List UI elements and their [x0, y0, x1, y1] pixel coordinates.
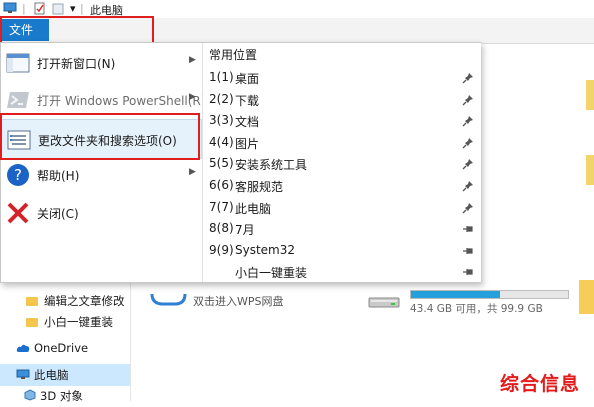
watermark: 综合信息	[500, 373, 581, 395]
menu-item-label: 打开新窗口(N)	[37, 57, 116, 71]
pin-icon[interactable]	[462, 115, 474, 127]
highlight-box-file-tab	[0, 16, 154, 44]
qat-separator: |	[22, 2, 26, 15]
frequent-place-item[interactable]: 2(2) 下载	[203, 89, 481, 110]
frequent-place-item[interactable]: 1(1) 桌面	[203, 67, 481, 88]
frequent-place-item[interactable]: 8(8) 7月	[203, 218, 481, 239]
pin-icon[interactable]	[462, 72, 474, 84]
submenu-arrow-icon: ▶	[189, 92, 196, 102]
wps-cloud-icon[interactable]	[149, 288, 189, 308]
title-separator: |	[80, 2, 84, 15]
pin-icon[interactable]	[462, 137, 474, 149]
menu-item-label: 帮助(H)	[37, 169, 80, 183]
properties-icon[interactable]	[34, 2, 45, 15]
frequent-place-number: 2(2)	[209, 91, 234, 106]
frequent-place-name: 此电脑	[235, 201, 272, 216]
window-icon	[6, 53, 30, 73]
nav-item-article-edit[interactable]: 编辑之文章修改	[26, 290, 125, 312]
pin-icon[interactable]	[462, 158, 474, 170]
menu-item-label: 关闭(C)	[37, 207, 79, 221]
qat-dropdown-icon[interactable]: ▾	[70, 2, 76, 15]
highlight-box-folder-options	[0, 113, 200, 160]
wps-label[interactable]: 双击进入WPS网盘	[193, 293, 284, 309]
pin-icon[interactable]	[462, 202, 474, 214]
folder-icon	[26, 318, 38, 327]
frequent-place-number: 7(7)	[209, 199, 234, 214]
drive-free-text: 43.4 GB 可用，共 99.9 GB	[410, 303, 543, 315]
menu-item-open-new-window[interactable]: 打开新窗口(N) ▶	[1, 43, 202, 83]
frequent-place-name: 7月	[235, 223, 255, 238]
drive-usage-fill	[411, 291, 501, 298]
nav-item-label: 此电脑	[34, 368, 69, 382]
frequent-place-number: 1(1)	[209, 70, 234, 84]
cube-icon	[24, 389, 36, 401]
frequent-place-name: 下载	[235, 93, 260, 108]
frequent-place-number: 9(9)	[209, 242, 234, 257]
help-icon: ?	[7, 164, 29, 186]
frequent-place-name: 图片	[235, 136, 260, 151]
frequent-place-number: 4(4)	[209, 134, 234, 149]
cloud-icon	[16, 344, 30, 352]
nav-item-onedrive[interactable]: OneDrive	[16, 337, 88, 359]
frequent-place-number: 3(3)	[209, 113, 234, 128]
menu-item-label: 打开 Windows PowerShell(R)	[37, 94, 206, 108]
frequent-place-name: 小白一键重装	[235, 266, 308, 281]
file-menu-commands: 打开新窗口(N) ▶ 打开 Windows PowerShell(R) ▶ 更改…	[1, 43, 206, 282]
frequent-place-item[interactable]: 7(7) 此电脑	[203, 197, 481, 218]
unpinned-icon[interactable]	[462, 223, 474, 235]
frequent-place-item[interactable]: 小白一键重装	[203, 261, 481, 282]
folder-icon	[26, 297, 38, 306]
frequent-places-heading: 常用位置	[209, 48, 258, 62]
frequent-place-item[interactable]: 5(5) 安装系统工具	[203, 153, 481, 174]
submenu-arrow-icon: ▶	[189, 55, 196, 65]
frequent-place-item[interactable]: 9(9) System32	[203, 240, 481, 261]
frequent-place-item[interactable]: 4(4) 图片	[203, 132, 481, 153]
svg-text:?: ?	[14, 166, 22, 184]
unpinned-icon[interactable]	[462, 245, 474, 257]
computer-icon	[3, 2, 17, 13]
frequent-place-item[interactable]: 3(3) 文档	[203, 110, 481, 131]
close-icon	[7, 202, 29, 224]
nav-item-label: 小白一键重装	[44, 315, 113, 329]
pin-icon[interactable]	[462, 180, 474, 192]
frequent-place-number: 8(8)	[209, 221, 234, 236]
nav-item-label: 编辑之文章修改	[44, 294, 125, 308]
powershell-icon	[7, 92, 29, 108]
nav-item-label: OneDrive	[34, 341, 89, 355]
folder-icon[interactable]	[579, 280, 594, 314]
frequent-places: 常用位置 1(1) 桌面 2(2) 下载 3(3) 文档 4(4) 图片 5(5) 安装系统工具 6…	[202, 43, 481, 282]
nav-item-3d-objects[interactable]: 3D 对象	[24, 385, 83, 407]
folder-edge	[586, 155, 594, 185]
drive-icon[interactable]	[367, 286, 401, 312]
frequent-place-number: 6(6)	[209, 178, 234, 192]
menu-item-help[interactable]: ? 帮助(H) ▶	[1, 155, 202, 195]
folder-edge	[586, 80, 594, 110]
drive-usage-bar	[410, 290, 569, 299]
nav-item-this-pc[interactable]: 此电脑	[0, 364, 130, 386]
pin-icon[interactable]	[462, 94, 474, 106]
frequent-place-name: 桌面	[235, 72, 260, 86]
unpinned-icon[interactable]	[462, 266, 474, 278]
menu-item-close[interactable]: 关闭(C)	[1, 193, 202, 233]
frequent-place-name: 安装系统工具	[235, 158, 308, 173]
frequent-place-name: 客服规范	[235, 180, 284, 194]
frequent-place-name: 文档	[235, 115, 260, 130]
nav-item-xiaobai[interactable]: 小白一键重装	[26, 311, 113, 333]
file-menu: 打开新窗口(N) ▶ 打开 Windows PowerShell(R) ▶ 更改…	[0, 42, 481, 283]
submenu-arrow-icon: ▶	[189, 167, 196, 177]
frequent-place-number: 5(5)	[209, 156, 234, 171]
new-folder-icon[interactable]	[52, 2, 64, 15]
frequent-place-name: System32	[235, 242, 296, 257]
frequent-place-item[interactable]: 6(6) 客服规范	[203, 175, 481, 196]
navigation-pane: 编辑之文章修改 小白一键重装 OneDrive 此电脑 3D 对象	[0, 280, 131, 403]
computer-icon	[16, 369, 30, 379]
